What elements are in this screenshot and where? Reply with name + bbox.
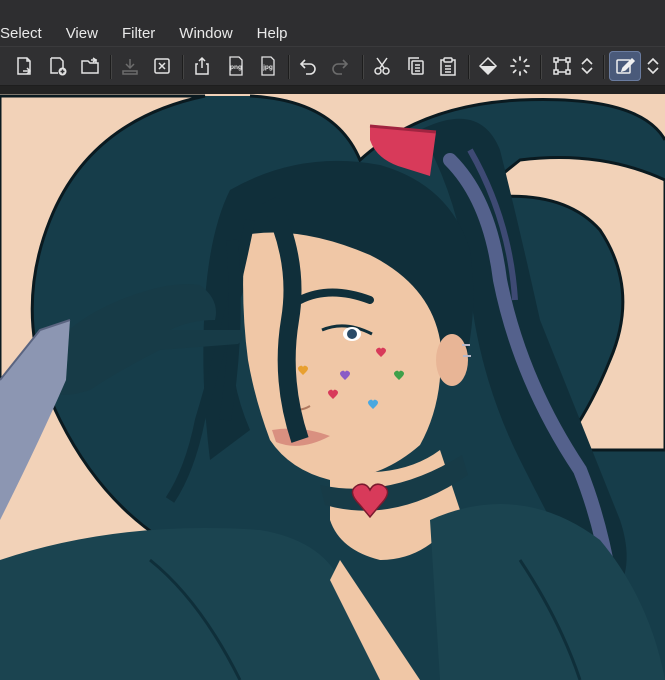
fill-icon (478, 56, 498, 76)
paste-icon (440, 57, 456, 76)
drawing-canvas[interactable] (0, 94, 665, 680)
save-icon (122, 59, 138, 75)
menu-filter[interactable]: Filter (110, 25, 167, 46)
export-jpg-icon: jpg (261, 56, 275, 76)
menu-view[interactable]: View (54, 25, 110, 46)
close-file-icon (154, 58, 170, 74)
canvas-top-gap (0, 86, 665, 94)
new-canvas-button[interactable] (10, 52, 38, 80)
artwork (0, 94, 665, 680)
menu-window[interactable]: Window (167, 25, 244, 46)
edit-options-button[interactable] (642, 52, 664, 80)
export-png-icon: png (229, 56, 243, 76)
menu-bar: Select View Filter Window Help (0, 0, 665, 46)
svg-text:png: png (230, 64, 242, 71)
open-folder-button[interactable] (76, 52, 104, 80)
open-folder-icon (81, 57, 99, 74)
export-icon (195, 56, 209, 75)
menu-select[interactable]: Select (0, 25, 54, 46)
app-window: Select View Filter Window Help png jpg (0, 0, 665, 680)
new-from-clipboard-icon (50, 57, 67, 76)
cut-button[interactable] (368, 52, 396, 80)
loading-icon (510, 56, 530, 76)
menu-help[interactable]: Help (245, 25, 300, 46)
save-button[interactable] (116, 52, 144, 80)
undo-button[interactable] (294, 52, 322, 80)
edit-mode-button[interactable] (609, 51, 641, 81)
paste-button[interactable] (434, 52, 462, 80)
toolbar: png jpg (0, 46, 665, 86)
chevron-updown-icon (647, 57, 659, 75)
copy-button[interactable] (402, 52, 430, 80)
export-png-button[interactable]: png (222, 52, 250, 80)
loading-button[interactable] (506, 52, 534, 80)
arrows-updown-icon (581, 57, 593, 75)
export-jpg-button[interactable]: jpg (254, 52, 282, 80)
new-from-clipboard-button[interactable] (44, 52, 72, 80)
redo-icon (332, 59, 349, 75)
transform-options-button[interactable] (576, 52, 598, 80)
transform-icon (553, 57, 571, 75)
copy-icon (408, 57, 424, 75)
svg-text:jpg: jpg (262, 64, 273, 71)
close-file-button[interactable] (148, 52, 176, 80)
new-canvas-icon (17, 57, 32, 75)
fill-button[interactable] (474, 52, 502, 80)
edit-active-icon (616, 57, 636, 74)
cut-icon (374, 57, 390, 75)
export-button[interactable] (188, 52, 216, 80)
undo-icon (299, 59, 316, 75)
transform-button[interactable] (548, 52, 576, 80)
redo-button[interactable] (326, 52, 354, 80)
